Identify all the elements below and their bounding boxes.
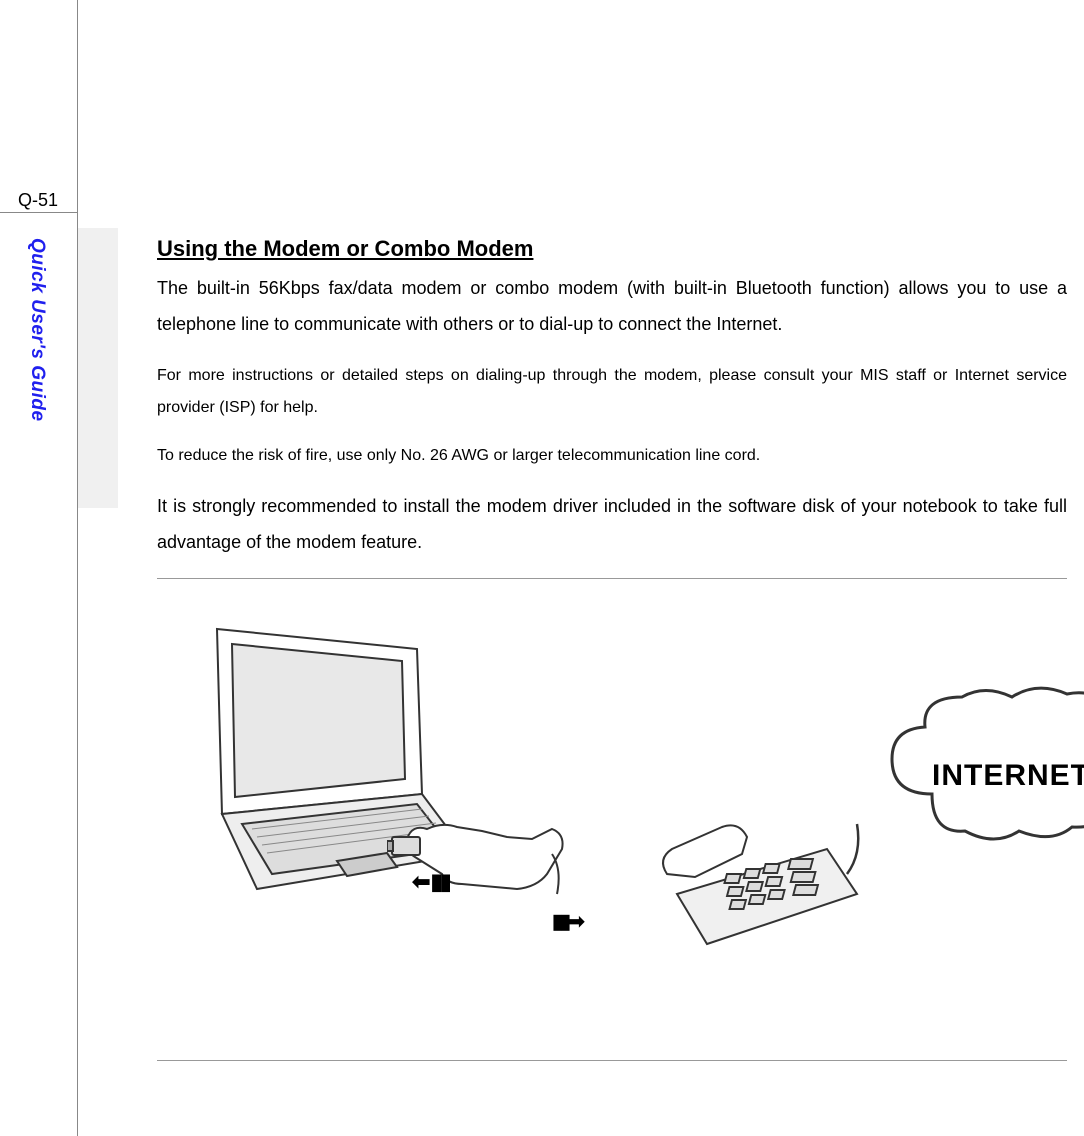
sidebar-label: Quick User's Guide	[26, 238, 48, 422]
arrow-left-icon: ⬅▮▮	[412, 869, 449, 895]
telephone-icon	[647, 799, 867, 949]
vertical-divider	[77, 0, 78, 1136]
paragraph-recommendation: It is strongly recommended to install th…	[157, 488, 1067, 560]
horizontal-divider	[0, 212, 77, 213]
sidebar-highlight	[78, 228, 118, 508]
paragraph-intro: The built-in 56Kbps fax/data modem or co…	[157, 270, 1067, 342]
connection-diagram: ⬅▮▮ ▮▮➡	[157, 609, 1067, 969]
page-number: Q-51	[18, 190, 58, 211]
paragraph-instructions: For more instructions or detailed steps …	[157, 360, 1067, 424]
hand-connector-icon	[387, 789, 567, 919]
arrow-right-icon: ▮▮➡	[552, 909, 585, 934]
cloud-label: INTERNET	[932, 759, 1084, 793]
divider-bottom	[157, 1060, 1067, 1061]
content-area: Using the Modem or Combo Modem The built…	[157, 236, 1067, 969]
paragraph-safety: To reduce the risk of fire, use only No.…	[157, 440, 1067, 472]
divider-top	[157, 578, 1067, 579]
page: Q-51 Quick User's Guide Using the Modem …	[0, 0, 1084, 1136]
section-heading: Using the Modem or Combo Modem	[157, 236, 1067, 262]
